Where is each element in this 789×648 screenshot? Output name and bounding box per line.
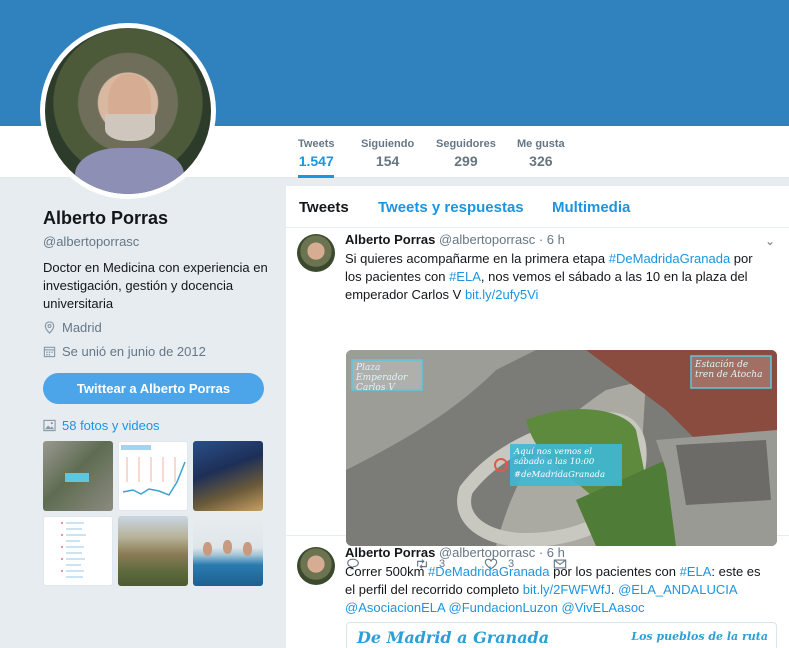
media-thumbnail[interactable] xyxy=(118,441,188,511)
tab-tweets[interactable]: Tweets xyxy=(299,199,349,216)
photos-label: 58 fotos y videos xyxy=(62,418,160,433)
map-label-station: Estación de tren de Atocha xyxy=(695,360,763,380)
stat-tweets[interactable]: Tweets 1.547 xyxy=(298,138,335,178)
tab-tweets-replies[interactable]: Tweets y respuestas xyxy=(378,199,524,216)
calendar-icon xyxy=(43,346,56,358)
tweet-text: Si quieres acompañarme en la primera eta… xyxy=(345,251,753,302)
avatar-photo xyxy=(45,28,211,194)
photos-videos-link[interactable]: 58 fotos y videos xyxy=(43,418,160,433)
profile-handle[interactable]: @albertoporrasc xyxy=(43,234,139,249)
stat-following[interactable]: Siguiendo 154 xyxy=(361,138,414,169)
media-subtitle: Los pueblos de la ruta xyxy=(631,630,768,643)
tweet-time[interactable]: · 6 h xyxy=(539,232,565,247)
hashtag-link[interactable]: #DeMadridaGranada xyxy=(609,251,730,266)
stat-label: Me gusta xyxy=(517,138,565,150)
media-thumbnail[interactable] xyxy=(193,441,263,511)
tweet-author-handle[interactable]: @albertoporrasc xyxy=(439,545,535,560)
profile-name[interactable]: Alberto Porras xyxy=(43,208,168,229)
stat-value: 1.547 xyxy=(298,153,334,169)
hashtag-link[interactable]: #ELA xyxy=(680,564,712,579)
tweet-text: Correr 500km #DeMadridaGranada por los p… xyxy=(345,564,761,615)
profile-location: Madrid xyxy=(43,320,102,335)
stat-followers[interactable]: Seguidores 299 xyxy=(436,138,496,169)
stat-value: 326 xyxy=(529,153,553,169)
map-label-meet: Aquí nos vemos el sábado a las 10:00 xyxy=(514,447,595,467)
mention-link[interactable]: @FundacionLuzon xyxy=(449,600,558,615)
tweet-author-handle[interactable]: @albertoporrasc xyxy=(439,232,535,247)
tweet-header: Alberto Porras @albertoporrasc · 6 h xyxy=(345,545,565,560)
tweet-author-name[interactable]: Alberto Porras xyxy=(345,545,435,560)
chevron-down-icon[interactable]: ⌄ xyxy=(765,234,775,248)
profile-avatar[interactable] xyxy=(40,23,216,199)
tweet-header: Alberto Porras @albertoporrasc · 6 h xyxy=(345,232,565,247)
map-label-plaza: Plaza Emperador Carlos V xyxy=(356,363,408,393)
stat-label: Tweets xyxy=(298,138,335,150)
joined-text: Se unió en junio de 2012 xyxy=(62,344,206,359)
media-thumbnail[interactable] xyxy=(43,516,113,586)
photo-icon xyxy=(43,419,56,432)
stat-value: 299 xyxy=(454,153,478,169)
mention-link[interactable]: @AsociacionELA xyxy=(345,600,445,615)
stat-label: Seguidores xyxy=(436,138,496,150)
tweet-to-button[interactable]: Twittear a Alberto Porras xyxy=(43,373,264,404)
location-pin-icon xyxy=(44,321,55,334)
hashtag-link[interactable]: #ELA xyxy=(449,269,481,284)
tweet-media-image[interactable]: De Madrid a Granada Los pueblos de la ru… xyxy=(346,622,777,648)
media-thumbnail[interactable] xyxy=(118,516,188,586)
map-label-tag: #deMadridaGranada xyxy=(514,470,606,480)
timeline-tabs: Tweets Tweets y respuestas Multimedia xyxy=(286,186,789,228)
media-thumbnail[interactable] xyxy=(43,441,113,511)
tweet-media-image[interactable]: Plaza Emperador Carlos V Estación de tre… xyxy=(346,350,777,546)
url-link[interactable]: bit.ly/2FWFWfJ xyxy=(523,582,611,597)
tweet-avatar[interactable] xyxy=(297,547,335,585)
location-text: Madrid xyxy=(62,320,102,335)
tab-media[interactable]: Multimedia xyxy=(552,199,630,216)
hashtag-link[interactable]: #DeMadridaGranada xyxy=(428,564,549,579)
media-thumbnail[interactable] xyxy=(193,516,263,586)
tweet-time[interactable]: · 6 h xyxy=(539,545,565,560)
stat-likes[interactable]: Me gusta 326 xyxy=(517,138,565,169)
tweet-author-name[interactable]: Alberto Porras xyxy=(345,232,435,247)
url-link[interactable]: bit.ly/2ufy5Vi xyxy=(465,287,538,302)
tweet[interactable]: Alberto Porras @albertoporrasc · 6 h ⌄ S… xyxy=(286,229,789,571)
tweet-avatar[interactable] xyxy=(297,234,335,272)
profile-joined: Se unió en junio de 2012 xyxy=(43,344,206,359)
mention-link[interactable]: @VivELAasoc xyxy=(562,600,645,615)
stat-label: Siguiendo xyxy=(361,138,415,150)
stat-value: 154 xyxy=(375,153,400,169)
timeline: Tweets Tweets y respuestas Multimedia Al… xyxy=(286,186,789,648)
media-title: De Madrid a Granada xyxy=(357,628,550,647)
profile-bio: Doctor en Medicina con experiencia en in… xyxy=(43,260,268,311)
mention-link[interactable]: @ELA_ANDALUCIA xyxy=(618,582,737,597)
